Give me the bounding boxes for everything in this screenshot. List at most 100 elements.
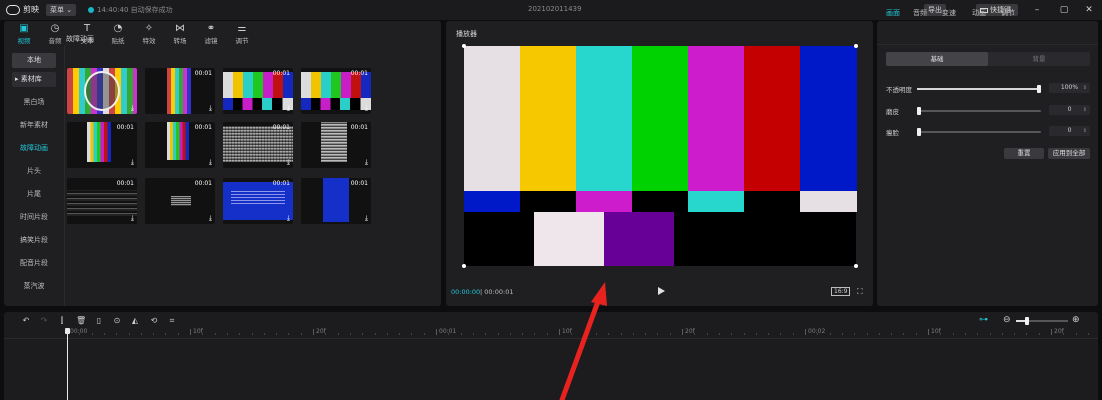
material-thumbnail[interactable]: 00:01 ⤓ (223, 178, 293, 224)
sidebar-item-funny-clips[interactable]: 搞笑片段 (8, 229, 60, 252)
download-icon[interactable]: ⤓ (131, 105, 134, 112)
material-thumbnail[interactable]: 00:01 ⤓ (145, 178, 215, 224)
slider-handle[interactable] (917, 107, 921, 115)
material-thumbnail[interactable]: 00:01 ⤓ (301, 178, 371, 224)
reset-button[interactable]: 重置 (1004, 148, 1044, 159)
sidebar-item-dubbing-clips[interactable]: 配音片段 (8, 252, 60, 275)
tab-animation[interactable]: 动画 (972, 8, 986, 18)
sidebar-item-local[interactable]: 本地 (12, 53, 56, 68)
material-thumbnail[interactable]: 00:01 ⤓ (145, 68, 215, 114)
zoom-in-icon[interactable]: ⊕ (1072, 315, 1080, 325)
material-thumbnail[interactable]: 00:01 ⤓ (301, 122, 371, 168)
slider-handle[interactable] (1025, 317, 1029, 325)
tab-video[interactable]: ▣ 视频 (10, 23, 38, 45)
smooth-skin-value[interactable]: 0 ⇕ (1049, 105, 1090, 115)
aspect-ratio-button[interactable]: 16:9 (831, 287, 851, 296)
sidebar-item-time-clips[interactable]: 时间片段 (8, 206, 60, 229)
smooth-skin-slider[interactable] (917, 107, 1041, 115)
playhead[interactable] (67, 331, 68, 400)
download-icon[interactable]: ⤓ (209, 105, 212, 112)
resize-handle[interactable] (462, 264, 466, 268)
ruler-label: 10f (931, 328, 941, 335)
tab-speed[interactable]: 变速 (942, 8, 956, 18)
resize-handle[interactable] (854, 264, 858, 268)
segment-background[interactable]: 背景 (988, 52, 1090, 66)
download-icon[interactable]: ⤓ (209, 215, 212, 222)
reverse-icon[interactable]: ⊙ (112, 316, 122, 326)
slider-handle[interactable] (917, 128, 921, 136)
ruler-minor-tick (595, 333, 597, 335)
download-icon[interactable]: ⤓ (365, 105, 368, 112)
link-icon[interactable]: ⊶ (979, 315, 988, 325)
tab-adjust[interactable]: ⚌ 调节 (228, 23, 256, 45)
slim-face-value[interactable]: 0 ⇕ (1049, 126, 1090, 136)
ruler-minor-tick (571, 333, 573, 335)
play-button[interactable] (656, 286, 666, 296)
color-bar-middle (744, 191, 801, 212)
ruler-minor-tick (792, 333, 794, 335)
mirror-icon[interactable]: ◭ (130, 316, 140, 326)
sidebar-item-outro[interactable]: 片尾 (8, 183, 60, 206)
player-preview[interactable] (462, 44, 858, 268)
ruler-minor-tick (399, 333, 401, 335)
material-thumbnail[interactable]: 00:01 ⤓ (67, 122, 137, 168)
material-thumbnail[interactable]: ⤓ (67, 68, 137, 114)
sidebar-item-glitch[interactable]: 故障动画 (8, 137, 60, 160)
delete-icon[interactable]: 🗑 (76, 316, 86, 326)
material-thumbnail[interactable]: 00:01 ⤓ (67, 178, 137, 224)
download-icon[interactable]: ⤓ (209, 159, 212, 166)
download-icon[interactable]: ⤓ (365, 159, 368, 166)
download-icon[interactable]: ⤓ (287, 159, 290, 166)
sidebar-item-black-white[interactable]: 黑白场 (8, 91, 60, 114)
segment-basic[interactable]: 基础 (886, 52, 988, 66)
sidebar-item-new-year[interactable]: 新年素材 (8, 114, 60, 137)
undo-icon[interactable]: ↶ (21, 316, 31, 326)
sidebar-item-library[interactable]: ▸ 素材库 (12, 72, 56, 87)
tab-prop-audio[interactable]: 音频 (913, 8, 927, 18)
material-thumbnail[interactable]: 00:01 ⤓ (223, 68, 293, 114)
download-icon[interactable]: ⤓ (365, 215, 368, 222)
resize-handle[interactable] (854, 44, 858, 48)
sidebar-item-vaporwave[interactable]: 蒸汽波 (8, 275, 60, 298)
split-icon[interactable]: ⫿ (57, 316, 67, 326)
slim-face-slider[interactable] (917, 128, 1041, 136)
tab-sticker[interactable]: ◔ 贴纸 (104, 23, 132, 45)
download-icon[interactable]: ⤓ (131, 215, 134, 222)
apply-to-all-button[interactable]: 应用到全部 (1048, 148, 1090, 159)
resize-handle[interactable] (462, 44, 466, 48)
minimize-icon[interactable]: – (1031, 4, 1043, 16)
download-icon[interactable]: ⤓ (287, 215, 290, 222)
zoom-out-icon[interactable]: ⊖ (1003, 315, 1011, 325)
tab-filter[interactable]: ⚭ 滤镜 (197, 23, 225, 45)
slider-handle[interactable] (1037, 85, 1041, 93)
redo-icon[interactable]: ↷ (39, 316, 49, 326)
tab-picture[interactable]: 画面 (886, 8, 900, 18)
thumbnail-duration: 00:01 (350, 70, 368, 77)
close-icon[interactable]: ✕ (1083, 4, 1095, 16)
tab-transition[interactable]: ⋈ 转场 (166, 23, 194, 45)
material-thumbnail[interactable]: 00:01 ⤓ (223, 122, 293, 168)
crop-icon[interactable]: ⌗ (167, 316, 177, 326)
fullscreen-icon[interactable]: ⛶ (857, 287, 863, 296)
tab-effects[interactable]: ✧ 特效 (135, 23, 163, 45)
download-icon[interactable]: ⤓ (287, 105, 290, 112)
opacity-value[interactable]: 100% ⇕ (1049, 83, 1090, 93)
basic-background-toggle: 基础 背景 (886, 52, 1090, 66)
tab-prop-adjust[interactable]: 调节 (1001, 8, 1015, 18)
sidebar-item-intro[interactable]: 片头 (8, 160, 60, 183)
tab-label: 音频 (48, 37, 62, 45)
effects-icon: ✧ (144, 23, 154, 34)
rotate-icon[interactable]: ⟲ (149, 316, 159, 326)
timeline-zoom-slider[interactable] (1016, 317, 1068, 325)
maximize-icon[interactable]: ▢ (1058, 4, 1070, 16)
play-icon (658, 287, 665, 295)
menu-button[interactable]: 菜单 ⌄ (46, 4, 77, 16)
tab-audio[interactable]: ◷ 音频 (41, 23, 69, 45)
freeze-frame-icon[interactable]: ▯ (94, 316, 104, 326)
ruler-minor-tick (964, 333, 966, 335)
material-thumbnail[interactable]: 00:01 ⤓ (301, 68, 371, 114)
tab-label: 滤镜 (204, 37, 218, 45)
opacity-slider[interactable] (917, 85, 1041, 93)
material-thumbnail[interactable]: 00:01 ⤓ (145, 122, 215, 168)
download-icon[interactable]: ⤓ (131, 159, 134, 166)
